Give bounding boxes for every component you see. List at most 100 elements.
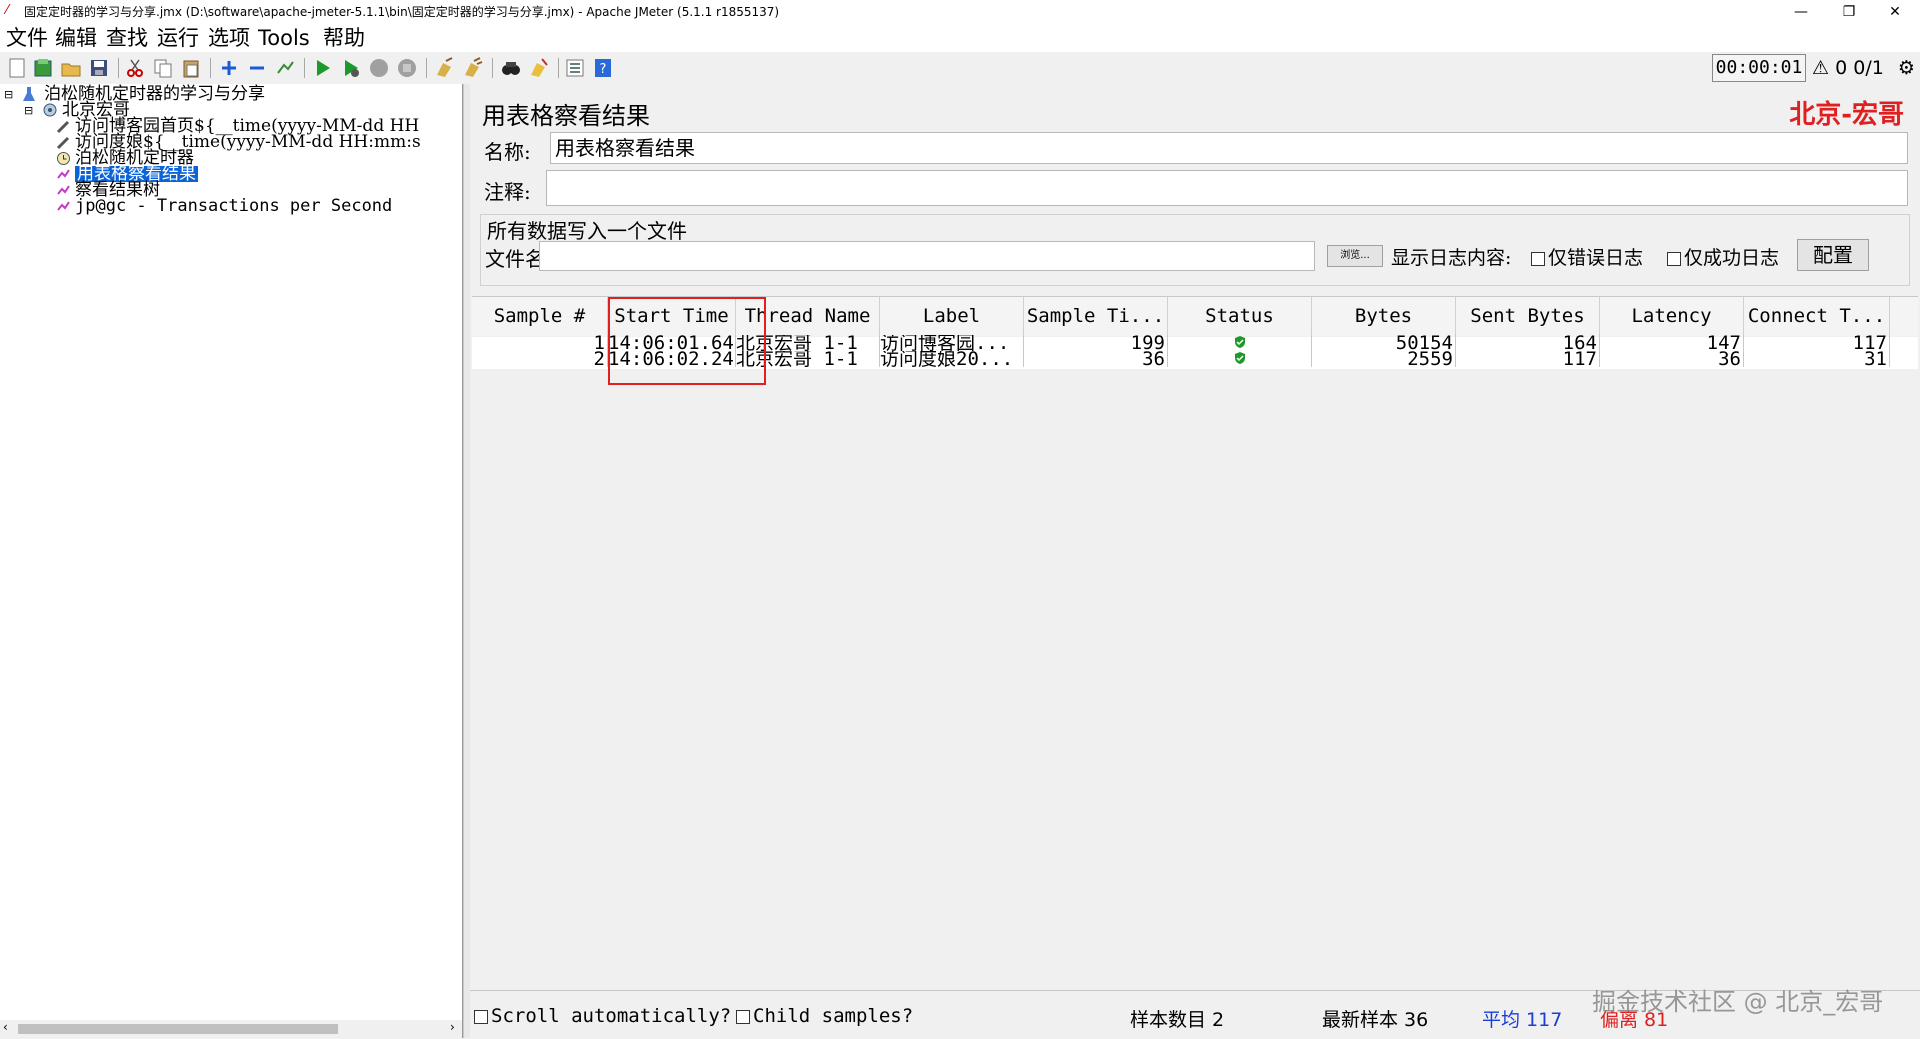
cell-thread-name: 北京宏哥 1-1 — [736, 335, 880, 351]
collapse-toggle-icon[interactable]: ⊟ — [4, 87, 19, 102]
column-header-status[interactable]: Status — [1168, 297, 1312, 336]
column-header-sample-time[interactable]: Sample Ti... — [1024, 297, 1168, 336]
minimize-button[interactable]: — — [1778, 0, 1824, 24]
scroll-right-icon[interactable]: › — [450, 1020, 455, 1034]
menu-tools[interactable]: Tools — [258, 26, 310, 50]
remote-status-icon: ⚙ — [1897, 57, 1915, 79]
clear-icon[interactable] — [434, 57, 456, 79]
column-header-connect-time[interactable]: Connect T... — [1744, 297, 1890, 336]
menu-search[interactable]: 查找 — [106, 26, 148, 50]
reset-search-icon[interactable] — [528, 57, 550, 79]
results-table: Sample # Start Time Thread Name Label Sa… — [472, 296, 1918, 983]
menu-options[interactable]: 选项 — [208, 26, 250, 50]
cell-status — [1168, 335, 1312, 351]
average-value: 平均 117 — [1482, 1009, 1563, 1031]
menu-help[interactable]: 帮助 — [323, 26, 365, 50]
expand-icon[interactable] — [218, 57, 240, 79]
table-row[interactable]: 2 14:06:02.243 北京宏哥 1-1 访问度娘20... 36 255… — [472, 351, 1918, 369]
stop-icon[interactable] — [368, 57, 390, 79]
title-bar: ⁄ 固定定时器的学习与分享.jmx (D:\software\apache-jm… — [0, 0, 1920, 24]
panel-splitter[interactable] — [463, 84, 470, 1038]
cell-thread-name: 北京宏哥 1-1 — [736, 351, 880, 367]
templates-icon[interactable] — [32, 57, 54, 79]
menu-run[interactable]: 运行 — [157, 26, 199, 50]
name-field[interactable]: 用表格察看结果 — [550, 132, 1908, 164]
listener-icon — [57, 201, 70, 211]
filename-field[interactable] — [539, 241, 1315, 271]
sample-count: 样本数目 2 — [1130, 1009, 1225, 1031]
save-icon[interactable] — [88, 57, 110, 79]
scroll-automatically-checkbox[interactable]: Scroll automatically? — [474, 1005, 731, 1027]
cell-start-time: 14:06:01.643 — [608, 335, 736, 351]
errors-only-checkbox[interactable]: 仅错误日志 — [1531, 243, 1643, 270]
cell-latency: 147 — [1600, 335, 1744, 351]
browse-button[interactable]: 浏览... — [1327, 245, 1383, 267]
cell-sample-num: 2 — [472, 351, 608, 367]
scroll-left-icon[interactable]: ‹ — [3, 1020, 8, 1034]
success-shield-icon — [1234, 336, 1245, 348]
maximize-button[interactable]: ❐ — [1826, 0, 1872, 24]
paste-icon[interactable] — [180, 57, 202, 79]
menu-edit[interactable]: 编辑 — [55, 26, 97, 50]
latest-sample: 最新样本 36 — [1322, 1009, 1429, 1031]
column-header-latency[interactable]: Latency — [1600, 297, 1744, 336]
watermark: 掘金技术社区 @ 北京_宏哥 — [1592, 988, 1884, 1016]
cell-bytes: 50154 — [1312, 335, 1456, 351]
success-only-checkbox[interactable]: 仅成功日志 — [1667, 243, 1779, 270]
test-plan-tree: ⊟ 泊松随机定时器的学习与分享 ⊟ 北京宏哥 访问博客园首页${__time(y… — [0, 84, 463, 1038]
menu-file[interactable]: 文件 — [6, 26, 48, 50]
sampler-icon — [56, 120, 70, 134]
test-plan-icon — [23, 87, 35, 101]
results-table-panel: 用表格察看结果 北京-宏哥 名称: 用表格察看结果 注释: 所有数据写入一个文件… — [470, 84, 1920, 1038]
cell-connect-time: 31 — [1744, 351, 1890, 367]
open-icon[interactable] — [60, 57, 82, 79]
column-header-start-time[interactable]: Start Time — [608, 297, 736, 336]
comment-field[interactable] — [546, 170, 1908, 206]
elapsed-timer: 00:00:01 — [1712, 54, 1806, 82]
cell-sample-num: 1 — [472, 335, 608, 351]
checkbox-box[interactable] — [474, 1009, 488, 1024]
function-helper-icon[interactable] — [564, 57, 586, 79]
sampler-icon — [56, 136, 70, 150]
help-icon[interactable]: ? — [592, 57, 614, 79]
collapse-toggle-icon[interactable]: ⊟ — [24, 103, 39, 118]
start-icon[interactable] — [312, 57, 334, 79]
close-button[interactable]: ✕ — [1872, 0, 1918, 24]
clear-all-icon[interactable] — [462, 57, 484, 79]
start-no-pause-icon[interactable] — [340, 57, 362, 79]
svg-text:?: ? — [600, 62, 607, 77]
cell-connect-time: 117 — [1744, 335, 1890, 351]
active-threads: 0/1 — [1853, 57, 1884, 79]
warning-icon[interactable]: ⚠ — [1812, 57, 1829, 79]
new-icon[interactable] — [6, 57, 28, 79]
configure-button[interactable]: 配置 — [1797, 239, 1869, 271]
brand-label: 北京-宏哥 — [1789, 100, 1904, 130]
column-header-bytes[interactable]: Bytes — [1312, 297, 1456, 336]
comment-label: 注释: — [484, 180, 531, 204]
copy-icon[interactable] — [152, 57, 174, 79]
collapse-icon[interactable] — [246, 57, 268, 79]
checkbox-box[interactable] — [1531, 252, 1545, 266]
cell-label: 访问度娘20... — [880, 351, 1024, 367]
cell-sample-time: 36 — [1024, 351, 1168, 367]
jmeter-feather-icon: ⁄ — [6, 3, 9, 18]
filename-label: 文件名 — [485, 247, 545, 271]
checkbox-box[interactable] — [1667, 252, 1681, 266]
cell-sample-time: 199 — [1024, 335, 1168, 351]
warning-area: ⚠ 0 0/1 ⚙ — [1812, 56, 1915, 80]
window-title: 固定定时器的学习与分享.jmx (D:\software\apache-jmet… — [24, 5, 780, 19]
cell-start-time: 14:06:02.243 — [608, 351, 736, 367]
column-header-sample-num[interactable]: Sample # — [472, 297, 608, 336]
search-icon[interactable] — [500, 57, 522, 79]
toggle-icon[interactable] — [274, 57, 296, 79]
checkbox-box[interactable] — [736, 1009, 750, 1024]
file-group: 所有数据写入一个文件 文件名 浏览... 显示日志内容: 仅错误日志 仅成功日志… — [480, 214, 1910, 286]
column-header-sent-bytes[interactable]: Sent Bytes — [1456, 297, 1600, 336]
child-samples-checkbox[interactable]: Child samples? — [736, 1005, 913, 1027]
tree-horizontal-scrollbar[interactable]: ‹ › — [0, 1020, 462, 1038]
scrollbar-thumb[interactable] — [18, 1024, 338, 1034]
column-header-label[interactable]: Label — [880, 297, 1024, 336]
cut-icon[interactable] — [124, 57, 146, 79]
shutdown-icon[interactable] — [396, 57, 418, 79]
column-header-thread-name[interactable]: Thread Name — [736, 297, 880, 336]
